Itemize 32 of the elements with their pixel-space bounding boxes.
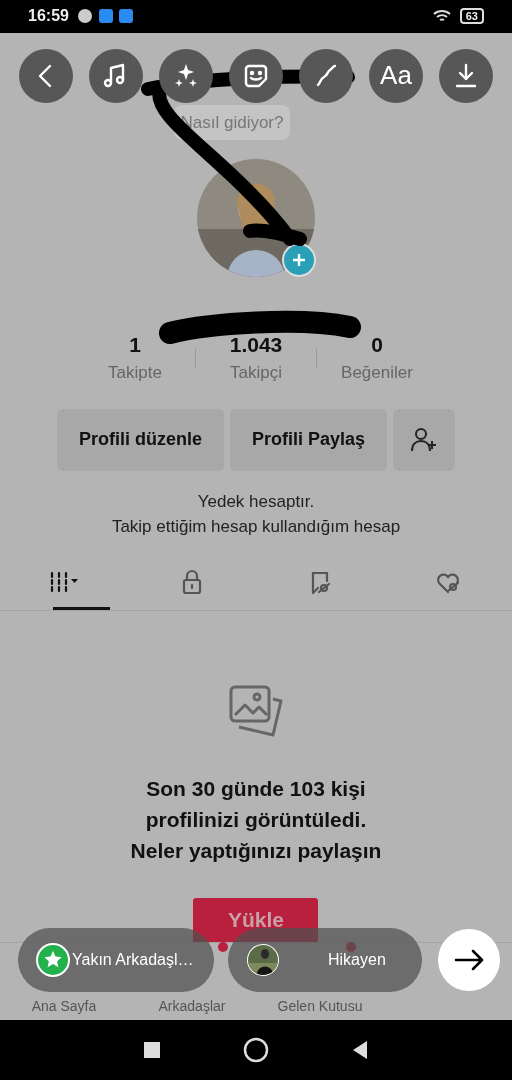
music-button[interactable] xyxy=(89,48,143,103)
stat-label: Beğeniler xyxy=(341,362,413,383)
edit-profile-button[interactable]: Profili düzenle xyxy=(56,408,224,471)
back-button[interactable] xyxy=(19,48,73,103)
sticker-button[interactable] xyxy=(229,48,283,103)
empty-state-text: Neler yaptığınızı paylaşın xyxy=(130,837,382,864)
download-button[interactable] xyxy=(439,48,493,103)
stat-value: 1 xyxy=(129,332,141,357)
add-friend-button[interactable] xyxy=(393,408,456,471)
empty-state-text: Son 30 günde 103 kişi xyxy=(146,775,366,802)
battery-indicator: 63 xyxy=(459,8,484,25)
nav-label[interactable]: Arkadaşlar xyxy=(158,997,226,1014)
back-button[interactable] xyxy=(351,1039,369,1060)
bio-text: Yedek hesaptır. xyxy=(197,490,315,513)
stat-value: 0 xyxy=(371,332,383,357)
empty-state-text: profilinizi görüntüledi. xyxy=(145,806,367,833)
home-button[interactable] xyxy=(243,1036,269,1063)
stat-value: 1.043 xyxy=(229,332,283,357)
nav-label[interactable]: Gelen Kutusu xyxy=(277,997,363,1014)
stat-label: Takipte xyxy=(108,362,162,383)
share-profile-button[interactable]: Profili Paylaş xyxy=(229,408,388,471)
bio-text: Takip ettiğim hesap kullandığım hesap xyxy=(111,515,401,538)
draw-button[interactable] xyxy=(299,48,353,103)
recent-apps-button[interactable] xyxy=(143,1040,161,1059)
text-button[interactable]: Aa xyxy=(369,48,423,103)
effects-button[interactable] xyxy=(159,48,213,103)
status-time: 16:59 xyxy=(28,7,69,26)
close-friends-share-button[interactable]: Yakın Arkadaşl… xyxy=(18,927,214,992)
plus-icon xyxy=(291,251,307,268)
nav-label[interactable]: Ana Sayfa xyxy=(31,997,97,1014)
story-share-button[interactable]: Hikayen xyxy=(228,927,422,992)
stat-label: Takipçi xyxy=(230,362,282,383)
